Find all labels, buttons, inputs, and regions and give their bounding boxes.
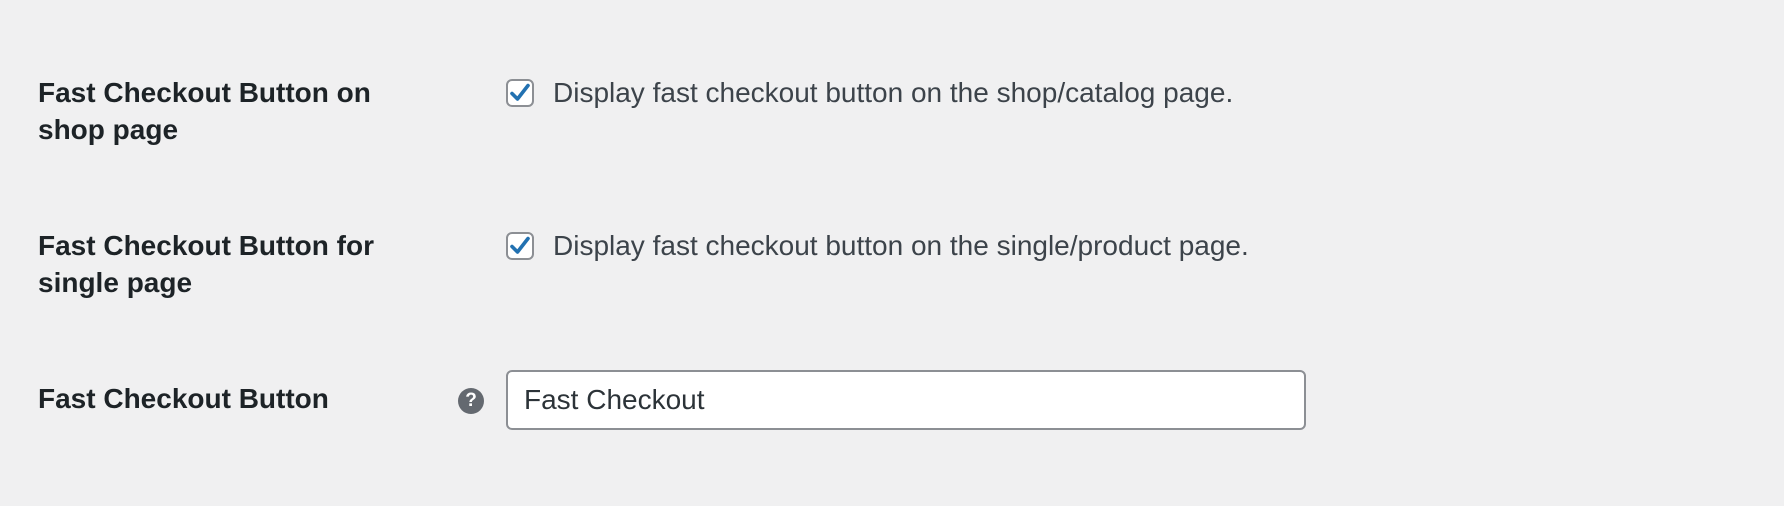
shop-page-checkbox[interactable] xyxy=(506,79,534,107)
shop-page-label-line2: shop page xyxy=(38,114,179,145)
button-text-input[interactable] xyxy=(506,370,1306,430)
single-page-checkbox-label[interactable]: Display fast checkout button on the sing… xyxy=(553,230,1249,262)
single-page-checkbox-field[interactable]: Display fast checkout button on the sing… xyxy=(506,226,1249,266)
checkmark-icon xyxy=(510,236,530,254)
checkmark-icon xyxy=(510,83,530,101)
single-page-setting-label: Fast Checkout Button for single page xyxy=(38,227,418,301)
question-mark-icon[interactable]: ? xyxy=(458,388,484,414)
shop-page-checkbox-field[interactable]: Display fast checkout button on the shop… xyxy=(506,73,1233,113)
settings-form: Fast Checkout Button on shop page Displa… xyxy=(0,0,1784,506)
single-page-label-line2: single page xyxy=(38,267,193,298)
button-text-setting-label: Fast Checkout Button xyxy=(38,380,418,417)
single-page-label-line1: Fast Checkout Button for xyxy=(38,230,374,261)
shop-page-label-line1: Fast Checkout Button on xyxy=(38,77,371,108)
shop-page-setting-label: Fast Checkout Button on shop page xyxy=(38,74,418,148)
shop-page-checkbox-label[interactable]: Display fast checkout button on the shop… xyxy=(553,77,1233,109)
single-page-checkbox[interactable] xyxy=(506,232,534,260)
button-text-label: Fast Checkout Button xyxy=(38,383,329,414)
